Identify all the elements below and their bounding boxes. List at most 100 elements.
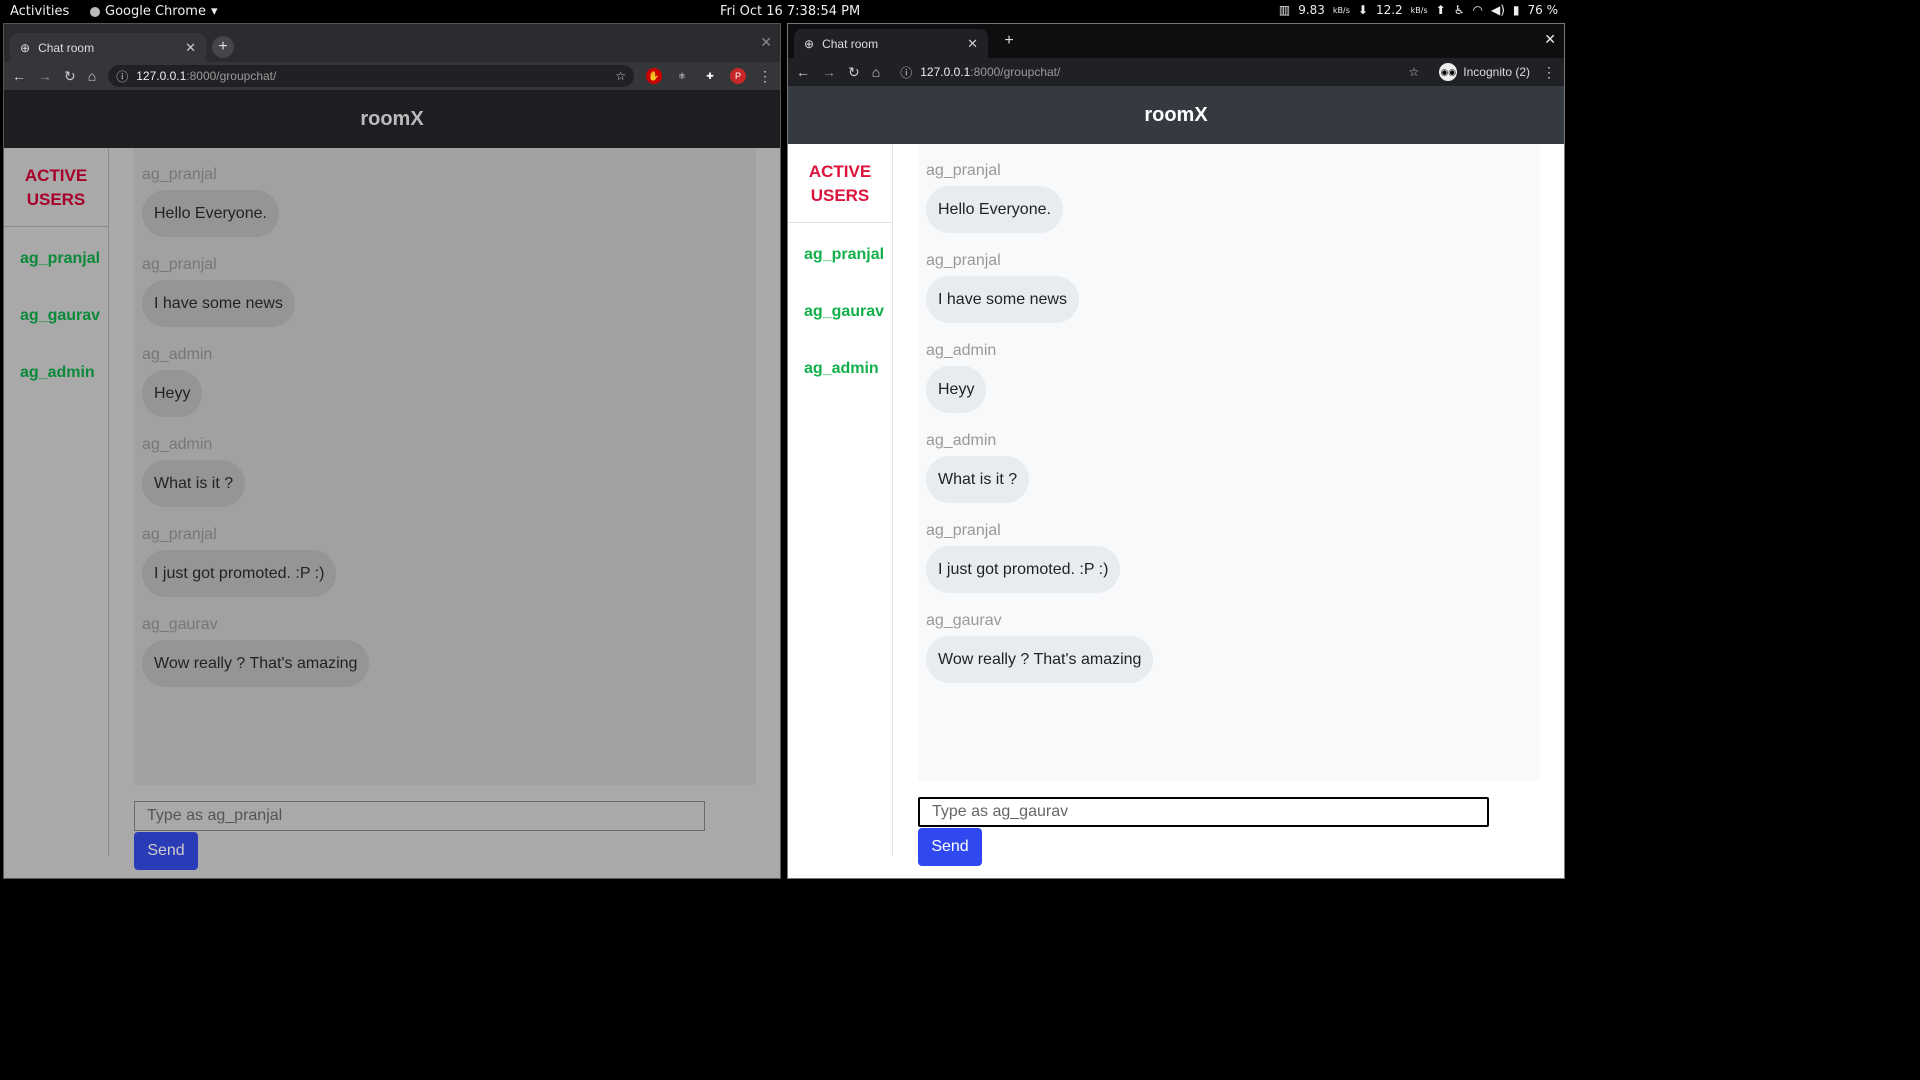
message-author: ag_pranjal (142, 526, 217, 543)
message-author: ag_pranjal (926, 162, 1001, 179)
url-host: 127.0.0.1 (920, 65, 971, 79)
message-author: ag_admin (142, 436, 213, 453)
react-extension-icon[interactable]: ⚛ (674, 68, 690, 84)
app-menu[interactable]: Google Chrome ▾ (90, 4, 218, 19)
accessibility-icon[interactable]: ♿ (1454, 3, 1465, 17)
star-icon[interactable]: ☆ (615, 69, 626, 83)
profile-avatar[interactable]: P (730, 68, 746, 84)
net-down-unit: kB/s (1332, 5, 1350, 15)
browser-toolbar: ← → ↻ ⌂ ⓘ 127.0.0.1:8000/groupchat/ ☆ ◉◉… (788, 58, 1564, 86)
message-bubble: What is it ? (926, 456, 1030, 503)
app-name: Google Chrome (105, 4, 206, 19)
active-users-heading-line1: ACTIVE (808, 162, 872, 181)
message-bubble: Heyy (142, 370, 203, 417)
home-icon[interactable]: ⌂ (88, 68, 96, 84)
volume-icon: ◀) (1490, 3, 1505, 17)
incognito-indicator[interactable]: ◉◉ Incognito (2) (1439, 63, 1530, 81)
message-list[interactable]: ag_pranjal Hello Everyone. ag_pranjal I ha… (918, 144, 1540, 781)
globe-icon: ⊕ (20, 40, 31, 55)
battery-icon: ▮ (1512, 3, 1520, 17)
tab-chat-room[interactable]: ⊕ Chat room ✕ (794, 29, 988, 58)
system-top-bar: Activities Google Chrome ▾ Fri Oct 16 7:… (0, 0, 1568, 22)
active-users-heading-line2: USERS (810, 186, 870, 205)
back-icon[interactable]: ← (796, 64, 810, 80)
message-author: ag_admin (142, 346, 213, 363)
back-icon[interactable]: ← (12, 68, 26, 84)
browser-toolbar: ← → ↻ ⌂ ⓘ 127.0.0.1:8000/groupchat/ ☆ ✋ … (4, 62, 780, 90)
net-down-value: 9.83 (1298, 3, 1325, 17)
message-bubble: Wow really ? That's amazing (142, 640, 370, 687)
puzzle-extensions-icon[interactable]: ✚ (702, 68, 718, 84)
incognito-label: Incognito (2) (1463, 65, 1530, 79)
menu-kebab-icon[interactable]: ⋮ (1542, 64, 1556, 81)
message-bubble: I just got promoted. :P :) (142, 550, 337, 597)
message-item: ag_pranjal I just got promoted. :P :) (142, 526, 337, 597)
chat-page: roomX ACTIVE USERS ag_pranjal ag_gaurav … (4, 90, 780, 878)
new-tab-button[interactable]: + (212, 36, 234, 58)
upload-arrow-icon: ⬆ (1435, 3, 1446, 17)
tab-title: Chat room (38, 40, 95, 55)
address-bar[interactable]: ⓘ 127.0.0.1:8000/groupchat/ ☆ (108, 65, 634, 87)
close-tab-icon[interactable]: ✕ (185, 40, 196, 56)
user-item: ag_gaurav (804, 303, 885, 320)
message-item: ag_pranjal Hello Everyone. (142, 166, 279, 237)
forward-icon[interactable]: → (822, 64, 836, 80)
info-icon[interactable]: ⓘ (116, 68, 128, 85)
incognito-icon: ◉◉ (1439, 63, 1458, 81)
right-browser-window: ⊕ Chat room ✕ + ✕ ← → ↻ ⌂ ⓘ 127.0.0.1:80… (787, 23, 1565, 879)
active-users-sidebar: ACTIVE USERS ag_pranjal ag_gaurav ag_adm… (788, 144, 893, 856)
chrome-icon (90, 6, 100, 17)
message-list[interactable]: ag_pranjal Hello Everyone. ag_pranjal I ha… (134, 148, 756, 785)
home-icon[interactable]: ⌂ (872, 64, 880, 80)
new-tab-button[interactable]: + (998, 30, 1020, 52)
message-item: ag_admin What is it ? (926, 432, 1030, 503)
reload-icon[interactable]: ↻ (848, 64, 860, 81)
message-input[interactable] (134, 801, 705, 831)
net-up-unit: kB/s (1410, 5, 1428, 15)
message-input[interactable] (918, 797, 1489, 827)
tab-chat-room[interactable]: ⊕ Chat room ✕ (10, 33, 206, 62)
message-bubble: I have some news (926, 276, 1079, 323)
wifi-icon: ◠ (1472, 3, 1483, 17)
message-author: ag_admin (926, 342, 997, 359)
info-icon[interactable]: ⓘ (900, 64, 912, 81)
star-icon[interactable]: ☆ (1409, 65, 1420, 79)
message-author: ag_pranjal (926, 252, 1001, 269)
url-path: :8000/groupchat/ (186, 69, 277, 83)
menu-kebab-icon[interactable]: ⋮ (758, 68, 772, 85)
chat-content: ACTIVE USERS ag_pranjal ag_gaurav ag_adm… (4, 148, 780, 878)
close-tab-icon[interactable]: ✕ (967, 36, 978, 52)
address-bar[interactable]: ⓘ 127.0.0.1:8000/groupchat/ ☆ (892, 61, 1428, 83)
user-item: ag_admin (20, 364, 95, 381)
message-item: ag_pranjal I have some news (926, 252, 1079, 323)
tab-strip: ⊕ Chat room ✕ + ✕ (788, 24, 1564, 58)
user-item: ag_pranjal (804, 246, 885, 263)
left-browser-window: ⊕ Chat room ✕ + ✕ ← → ↻ ⌂ ⓘ 127.0.0.1:80… (3, 23, 781, 879)
close-window-icon[interactable]: ✕ (760, 34, 772, 51)
message-author: ag_gaurav (926, 612, 1002, 629)
globe-icon: ⊕ (804, 36, 815, 51)
send-button[interactable]: Send (918, 828, 982, 866)
battery-level: 76 % (1527, 3, 1559, 17)
close-window-icon[interactable]: ✕ (1544, 31, 1556, 48)
message-bubble: Hello Everyone. (926, 186, 1063, 233)
extension-red-icon[interactable]: ✋ (646, 68, 662, 84)
system-tray[interactable]: ▥ 9.83 kB/s ⬇ 12.2 kB/s ⬆ ♿ ◠ ◀) ▮ 76 % (1279, 3, 1558, 17)
reload-icon[interactable]: ↻ (64, 68, 76, 85)
forward-icon[interactable]: → (38, 68, 52, 84)
message-bubble: I just got promoted. :P :) (926, 546, 1121, 593)
message-author: ag_pranjal (142, 256, 217, 273)
send-button[interactable]: Send (134, 832, 198, 870)
clock[interactable]: Fri Oct 16 7:38:54 PM (720, 4, 860, 19)
monitor-icon: ▥ (1278, 3, 1291, 17)
message-item: ag_gaurav Wow really ? That's amazing (142, 616, 370, 687)
active-users-heading-line2: USERS (26, 190, 86, 209)
room-title: roomX (4, 90, 780, 148)
message-item: ag_admin Heyy (926, 342, 996, 413)
activities-button[interactable]: Activities (10, 4, 69, 19)
chat-page: roomX ACTIVE USERS ag_pranjal ag_gaurav … (788, 86, 1564, 878)
user-item: ag_gaurav (20, 307, 101, 324)
active-users-sidebar: ACTIVE USERS ag_pranjal ag_gaurav ag_adm… (4, 148, 109, 856)
room-title: roomX (788, 86, 1564, 144)
message-item: ag_pranjal I have some news (142, 256, 295, 327)
